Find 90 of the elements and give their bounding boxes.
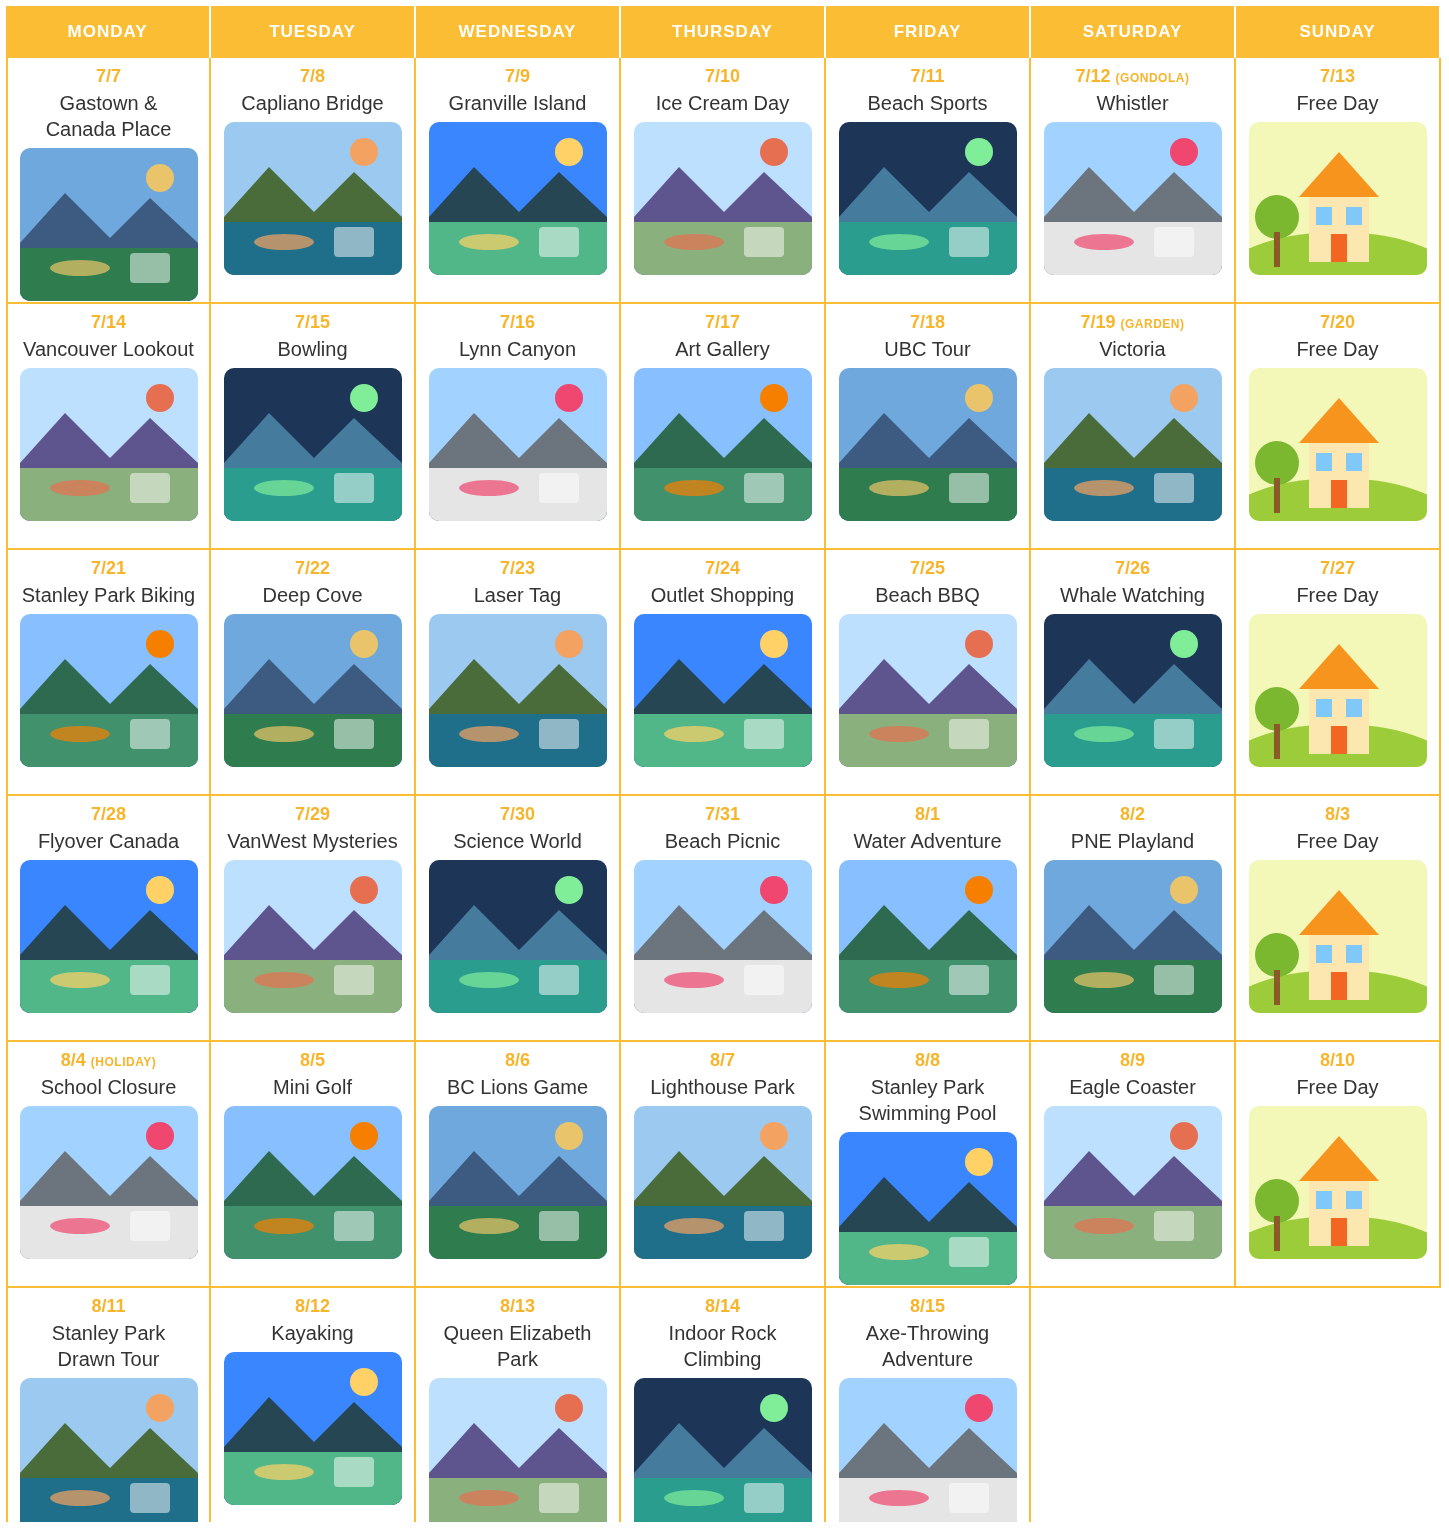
date: 7/21 bbox=[90, 558, 126, 579]
activity-title: Vancouver Lookout bbox=[23, 337, 194, 362]
activity-title: Indoor Rock Climbing bbox=[668, 1321, 777, 1372]
date: 8/6 bbox=[505, 1050, 530, 1071]
date: 8/7 bbox=[710, 1050, 735, 1071]
date: 7/23 bbox=[499, 558, 535, 579]
date: 8/3 bbox=[1325, 804, 1350, 825]
date: 7/11 bbox=[910, 66, 945, 87]
date: 8/10 bbox=[1319, 1050, 1355, 1071]
activity-title: Art Gallery bbox=[675, 337, 770, 362]
date: 7/26 bbox=[1114, 558, 1150, 579]
activity-title: Gastown & Canada Place bbox=[45, 91, 172, 142]
activity-title: Victoria bbox=[1099, 337, 1166, 362]
day-header: THURSDAY bbox=[621, 6, 826, 58]
activity-title: BC Lions Game bbox=[446, 1075, 589, 1100]
date: 8/9 bbox=[1120, 1050, 1145, 1071]
activity-title: Beach BBQ bbox=[875, 583, 980, 608]
date: 7/27 bbox=[1319, 558, 1355, 579]
date: 7/28 bbox=[90, 804, 126, 825]
date: 8/13 bbox=[499, 1296, 535, 1317]
activity-title: Bowling bbox=[277, 337, 348, 362]
activity-title: Stanley Park Swimming Pool bbox=[858, 1075, 997, 1126]
activity-title: Laser Tag bbox=[473, 583, 562, 608]
date: 8/15 bbox=[909, 1296, 945, 1317]
activity-title: Beach Picnic bbox=[664, 829, 781, 854]
activity-title: Free Day bbox=[1296, 583, 1379, 608]
date: 7/24 bbox=[704, 558, 740, 579]
activity-title: Beach Sports bbox=[867, 91, 988, 116]
activity-title: Lynn Canyon bbox=[458, 337, 577, 362]
date: 8/5 bbox=[300, 1050, 325, 1071]
date: 7/22 bbox=[294, 558, 330, 579]
day-header: SATURDAY bbox=[1031, 6, 1236, 58]
activity-title: Free Day bbox=[1296, 1075, 1379, 1100]
date: 7/30 bbox=[499, 804, 535, 825]
day-header: TUESDAY bbox=[211, 6, 416, 58]
date: 7/20 bbox=[1319, 312, 1355, 333]
date: 7/9 bbox=[505, 66, 530, 87]
date: 8/1 bbox=[915, 804, 940, 825]
date: 8/4 bbox=[60, 1050, 86, 1071]
date: 7/10 bbox=[704, 66, 740, 87]
activity-title: Flyover Canada bbox=[37, 829, 180, 854]
activity-title: Stanley Park Drawn Tour bbox=[51, 1321, 166, 1372]
activity-title: Deep Cove bbox=[262, 583, 363, 608]
date: 7/12 bbox=[1075, 66, 1111, 87]
day-header: FRIDAY bbox=[826, 6, 1031, 58]
date: 7/15 bbox=[294, 312, 330, 333]
activity-title: Lighthouse Park bbox=[650, 1075, 795, 1100]
activity-title: Axe-Throwing Adventure bbox=[865, 1321, 990, 1372]
date: 7/25 bbox=[909, 558, 945, 579]
activity-title: Water Adventure bbox=[853, 829, 1002, 854]
date: 8/2 bbox=[1120, 804, 1145, 825]
activity-title: Mini Golf bbox=[273, 1075, 352, 1100]
activity-title: Kayaking bbox=[271, 1321, 354, 1346]
activity-title: Whale Watching bbox=[1060, 583, 1205, 608]
activity-title: Granville Island bbox=[448, 91, 587, 116]
activity-title: Stanley Park Biking bbox=[21, 583, 196, 608]
date: 8/14 bbox=[704, 1296, 740, 1317]
activity-title: Free Day bbox=[1296, 91, 1379, 116]
date: 7/17 bbox=[704, 312, 740, 333]
activity-title: Whistler bbox=[1096, 91, 1169, 116]
day-header: MONDAY bbox=[6, 6, 211, 58]
date-note: (GONDOLA) bbox=[1115, 71, 1190, 85]
date: 7/19 bbox=[1080, 312, 1116, 333]
activity-title: School Closure bbox=[40, 1075, 177, 1100]
activity-title: Queen Elizabeth Park bbox=[443, 1321, 592, 1372]
date: 7/29 bbox=[294, 804, 330, 825]
date: 7/7 bbox=[96, 66, 121, 87]
day-header: WEDNESDAY bbox=[416, 6, 621, 58]
activity-title: PNE Playland bbox=[1070, 829, 1195, 854]
activity-title: Free Day bbox=[1296, 337, 1379, 362]
activity-title: Science World bbox=[453, 829, 582, 854]
date: 8/12 bbox=[294, 1296, 330, 1317]
activity-title: Free Day bbox=[1296, 829, 1379, 854]
activity-title: Ice Cream Day bbox=[655, 91, 790, 116]
activity-title: VanWest Mysteries bbox=[227, 829, 398, 854]
activity-title: Eagle Coaster bbox=[1069, 1075, 1196, 1100]
date: 8/11 bbox=[91, 1296, 126, 1317]
date: 7/18 bbox=[909, 312, 945, 333]
date-note: (GARDEN) bbox=[1120, 317, 1185, 331]
date: 7/14 bbox=[90, 312, 126, 333]
activity-title: Outlet Shopping bbox=[650, 583, 795, 608]
activity-title: Capliano Bridge bbox=[241, 91, 384, 116]
activity-title: UBC Tour bbox=[884, 337, 971, 362]
day-header: SUNDAY bbox=[1236, 6, 1441, 58]
date: 7/8 bbox=[300, 66, 325, 87]
date: 7/31 bbox=[704, 804, 740, 825]
date: 8/8 bbox=[915, 1050, 940, 1071]
date-note: (HOLIDAY) bbox=[90, 1055, 157, 1069]
date: 7/13 bbox=[1319, 66, 1355, 87]
date: 7/16 bbox=[499, 312, 535, 333]
